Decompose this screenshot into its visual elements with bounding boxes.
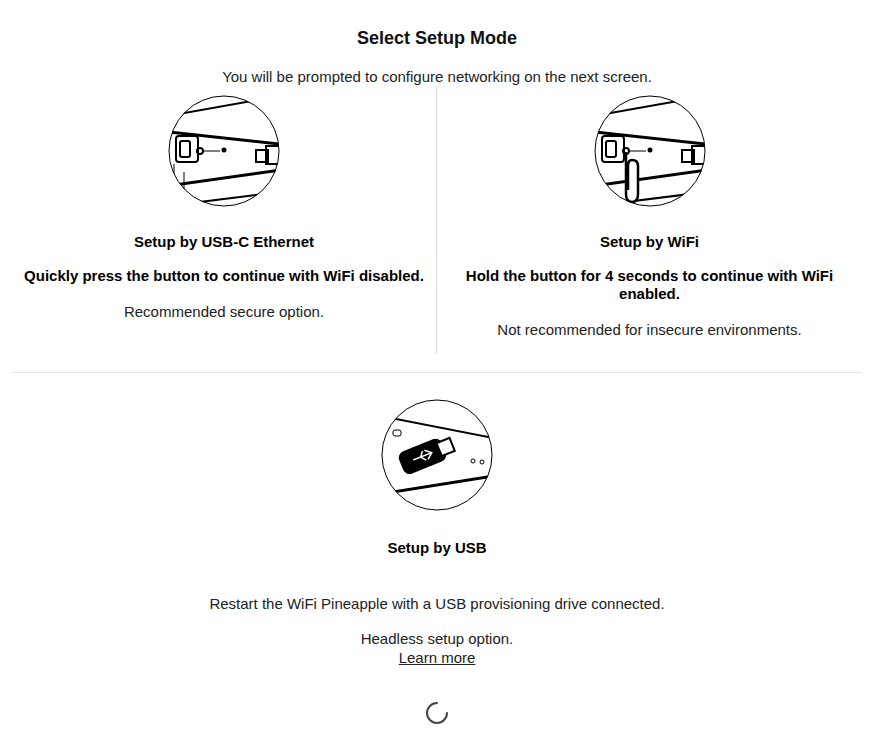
option-title: Setup by USB-C Ethernet <box>134 232 314 252</box>
hold-button-icon <box>594 94 706 208</box>
section-divider <box>12 372 862 373</box>
option-instruction: Hold the button for 4 seconds to continu… <box>449 267 850 303</box>
setup-option[interactable]: Setup by WiFi Hold the button for 4 secon… <box>437 87 862 354</box>
setup-mode-page: Select Setup Mode You will be prompted to… <box>0 0 874 753</box>
usb-option[interactable]: Setup by USB Restart the WiFi Pineapple w… <box>209 398 664 667</box>
page-title: Select Setup Mode <box>357 26 517 50</box>
usb-title: Setup by USB <box>387 538 486 558</box>
usb-note: Headless setup option. <box>361 630 514 648</box>
option-instruction: Quickly press the button to continue wit… <box>24 267 424 285</box>
loading-spinner-icon <box>425 701 449 725</box>
options-row: Setup by USB-C Ethernet Quickly press the… <box>12 87 862 354</box>
usb-drive-icon <box>381 398 493 512</box>
option-note: Recommended secure option. <box>124 302 324 322</box>
setup-option[interactable]: Setup by USB-C Ethernet Quickly press the… <box>12 87 437 354</box>
option-note: Not recommended for insecure environment… <box>497 320 801 340</box>
option-title: Setup by WiFi <box>600 232 699 252</box>
usb-text: Restart the WiFi Pineapple with a USB pr… <box>209 594 664 614</box>
page-subtitle: You will be prompted to configure networ… <box>222 67 652 87</box>
learn-more-link[interactable]: Learn more <box>399 648 476 667</box>
press-button-icon <box>168 94 280 208</box>
